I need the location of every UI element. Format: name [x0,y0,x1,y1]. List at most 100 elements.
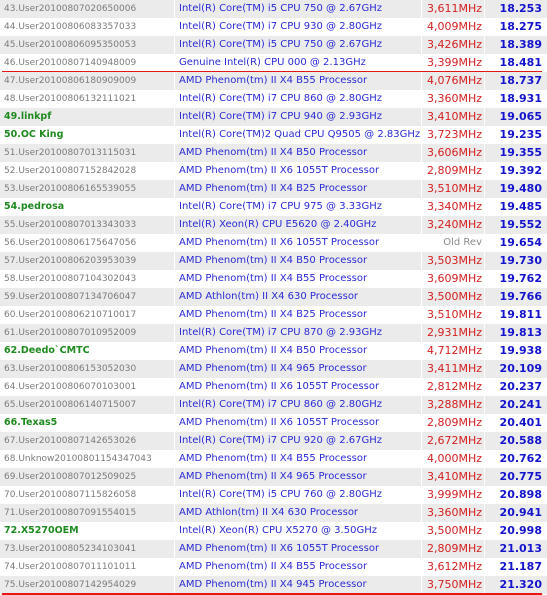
clock-speed-cell: 3,611MHz [426,2,482,15]
column-separator [484,126,485,144]
benchmark-time-cell: 20.588 [499,434,542,447]
user-name-cell: 64.User20100806070103001 [4,382,137,392]
table-row: 52.User20100807152842028 AMD Phenom(tm) I… [0,162,547,180]
cpu-model-cell: AMD Phenom(tm) II X4 B50 Processor [179,147,368,158]
column-separator [174,540,175,558]
user-name-cell: 67.User20100807142653026 [4,436,137,446]
benchmark-time-cell: 19.766 [499,290,542,303]
clock-speed-cell: 3,360MHz [426,506,482,519]
table-row: 69.User20100807012509025 AMD Phenom(tm) I… [0,468,547,486]
benchmark-time-cell: 19.811 [499,308,542,321]
column-separator [174,72,175,90]
cpu-model-cell: Intel(R) Xeon(R) CPU E5620 @ 2.40GHz [179,219,377,230]
user-name-cell: 59.User20100807134706047 [4,292,137,302]
user-name-cell: 62.Deedo`CMTC [4,345,90,356]
table-row: 43.User20100807020650006 Intel(R) Core(TM… [0,0,547,18]
column-separator [174,576,175,594]
benchmark-time-cell: 21.013 [499,542,542,555]
table-row: 66.Texas5 AMD Phenom(tm) II X6 1055T Proc… [0,414,547,432]
user-name-cell: 43.User20100807020650006 [4,4,137,14]
column-separator [484,396,485,414]
benchmark-time-cell: 20.775 [499,470,542,483]
user-name-cell: 49.linkpf [4,111,52,122]
clock-speed-cell: 3,503MHz [426,254,482,267]
clock-speed-cell: 4,076MHz [426,74,482,87]
benchmark-time-cell: 19.813 [499,326,542,339]
clock-speed-cell: 2,931MHz [426,326,482,339]
table-row: 75.User20100807142954029 AMD Phenom(tm) I… [0,576,547,594]
user-name-cell: 53.User20100806165539055 [4,184,137,194]
benchmark-time-cell: 19.730 [499,254,542,267]
table-row: 51.User20100807013115031 AMD Phenom(tm) I… [0,144,547,162]
cpu-model-cell: AMD Phenom(tm) II X4 965 Processor [179,471,367,482]
clock-speed-cell: 3,609MHz [426,272,482,285]
column-separator [484,324,485,342]
column-separator [174,396,175,414]
column-separator [484,306,485,324]
clock-speed-cell: 3,426MHz [426,38,482,51]
column-separator [174,54,175,72]
clock-speed-cell: 4,000MHz [426,452,482,465]
cpu-model-cell: AMD Phenom(tm) II X4 B55 Processor [179,561,368,572]
cpu-model-cell: AMD Phenom(tm) II X4 B55 Processor [179,273,368,284]
table-row: 74.User20100807011101011 AMD Phenom(tm) I… [0,558,547,576]
table-row: 72.X5270OEM Intel(R) Xeon(R) CPU X5270 @ … [0,522,547,540]
cpu-model-cell: Intel(R) Core(TM) i5 CPU 750 @ 2.67GHz [179,39,382,50]
benchmark-time-cell: 19.938 [499,344,542,357]
cpu-model-cell: Intel(R) Xeon(R) CPU X5270 @ 3.50GHz [179,525,377,536]
table-row: 62.Deedo`CMTC AMD Phenom(tm) II X4 B50 Pr… [0,342,547,360]
clock-speed-cell: 3,240MHz [426,218,482,231]
clock-speed-cell: 3,500MHz [426,290,482,303]
cpu-model-cell: AMD Phenom(tm) II X4 945 Processor [179,579,367,590]
column-separator [174,486,175,504]
column-separator [174,432,175,450]
column-separator [174,126,175,144]
user-name-cell: 63.User20100806153052030 [4,364,137,374]
column-separator [484,270,485,288]
clock-speed-cell: 4,712MHz [426,344,482,357]
user-name-cell: 48.User20100806132111021 [4,94,137,104]
clock-speed-cell: 3,410MHz [426,110,482,123]
table-row: 63.User20100806153052030 AMD Phenom(tm) I… [0,360,547,378]
column-separator [174,252,175,270]
user-name-cell: 50.OC King [4,129,64,140]
table-row: 48.User20100806132111021 Intel(R) Core(TM… [0,90,547,108]
benchmark-time-cell: 21.320 [499,578,542,591]
cpu-model-cell: Intel(R) Core(TM) i7 CPU 940 @ 2.93GHz [179,111,382,122]
user-name-cell: 73.User20100805234103041 [4,544,137,554]
clock-speed-cell: 3,500MHz [426,524,482,537]
benchmark-time-cell: 19.552 [499,218,542,231]
clock-speed-cell: 3,340MHz [426,200,482,213]
cpu-model-cell: AMD Phenom(tm) II X4 B50 Processor [179,255,368,266]
column-separator [174,234,175,252]
benchmark-time-cell: 18.737 [499,74,542,87]
column-separator [174,90,175,108]
table-row: 68.Unknow20100801154347043 AMD Phenom(tm)… [0,450,547,468]
column-separator [484,450,485,468]
user-name-cell: 56.User20100806175647056 [4,238,137,248]
clock-speed-cell: 2,809MHz [426,164,482,177]
table-row: 67.User20100807142653026 Intel(R) Core(TM… [0,432,547,450]
benchmark-time-cell: 18.931 [499,92,542,105]
column-separator [174,198,175,216]
cpu-model-cell: Intel(R) Core(TM) i7 CPU 860 @ 2.80GHz [179,399,382,410]
benchmark-time-cell: 18.481 [499,56,542,69]
cpu-model-cell: Intel(R) Core(TM)2 Quad CPU Q9505 @ 2.83… [179,129,421,140]
benchmark-time-cell: 19.065 [499,110,542,123]
benchmark-time-cell: 20.109 [499,362,542,375]
benchmark-ranking-table: 43.User20100807020650006 Intel(R) Core(TM… [0,0,547,595]
column-separator [174,504,175,522]
cpu-model-cell: AMD Phenom(tm) II X4 B25 Processor [179,309,368,320]
column-separator [174,144,175,162]
clock-speed-cell: 3,411MHz [426,362,482,375]
column-separator [484,576,485,594]
user-name-cell: 57.User20100806203953039 [4,256,137,266]
cpu-model-cell: AMD Phenom(tm) II X6 1055T Processor [179,543,380,554]
column-separator [484,504,485,522]
clock-speed-cell: 3,723MHz [426,128,482,141]
clock-speed-cell: 3,288MHz [426,398,482,411]
column-separator [174,414,175,432]
table-row: 54.pedrosa Intel(R) Core(TM) i7 CPU 975 @… [0,198,547,216]
table-row: 58.User20100807104302043 AMD Phenom(tm) I… [0,270,547,288]
clock-speed-cell: 2,809MHz [426,542,482,555]
